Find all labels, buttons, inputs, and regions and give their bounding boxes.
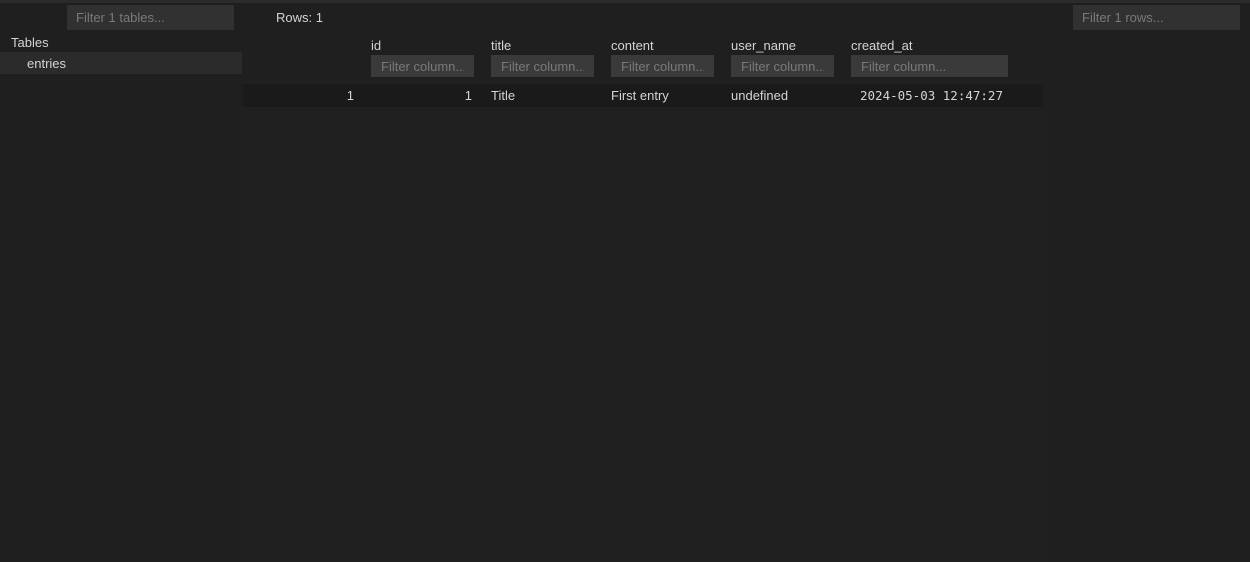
column-filter-created-at[interactable] [851, 55, 1008, 77]
column-filter-user-name[interactable] [731, 55, 834, 77]
table-filter-input[interactable] [67, 5, 234, 30]
cell-title[interactable]: Title [491, 88, 515, 103]
column-filter-title[interactable] [491, 55, 594, 77]
cell-created-at[interactable]: 2024-05-03 12:47:27 [860, 88, 1003, 103]
rows-filter-input[interactable] [1073, 5, 1240, 30]
sidebar-item-label: entries [27, 56, 67, 71]
column-header-id[interactable]: id [371, 38, 381, 53]
cell-content[interactable]: First entry [611, 88, 669, 103]
rows-count: Rows: 1 [276, 10, 323, 25]
column-filter-id[interactable] [371, 55, 474, 77]
cell-user-name[interactable]: undefined [731, 88, 788, 103]
column-filter-content[interactable] [611, 55, 714, 77]
tables-heading: Tables [11, 35, 49, 50]
grid-empty-space [1043, 31, 1250, 562]
row-index: 1 [346, 88, 354, 103]
sidebar: Tables entries [0, 3, 243, 562]
column-header-created-at[interactable]: created_at [851, 38, 912, 53]
data-grid [243, 31, 1043, 562]
column-header-user-name[interactable]: user_name [731, 38, 796, 53]
column-header-title[interactable]: title [491, 38, 511, 53]
db-viewer-app: Tables entries Rows: 1 id title content … [0, 0, 1250, 562]
cell-id[interactable]: 1 [371, 88, 472, 103]
sidebar-item-entries[interactable]: entries [0, 52, 242, 74]
column-header-content[interactable]: content [611, 38, 654, 53]
